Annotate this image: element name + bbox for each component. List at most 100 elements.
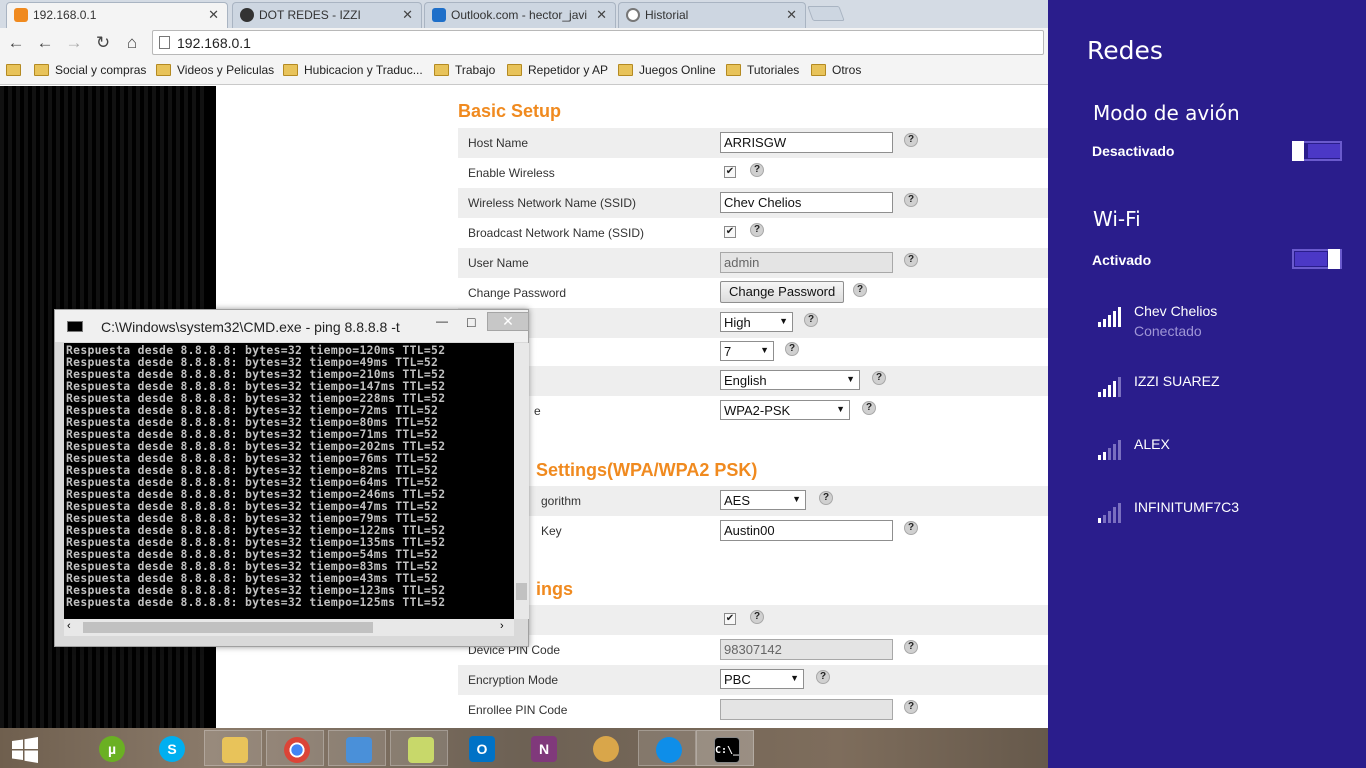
help-icon[interactable]: ? (872, 371, 886, 385)
back-button-icon[interactable]: ← (34, 32, 56, 54)
utorrent-icon: µ (99, 736, 125, 762)
scroll-thumb[interactable] (83, 622, 373, 633)
host-name-input[interactable]: ARRISGW (720, 132, 893, 153)
close-icon[interactable]: ✕ (402, 7, 413, 23)
help-icon[interactable]: ? (904, 253, 918, 267)
forward-arrow-icon[interactable]: → (63, 32, 85, 54)
taskbar-app[interactable]: O (452, 730, 510, 766)
language-select[interactable]: English ▼ (720, 370, 860, 390)
maximize-icon[interactable]: □ (467, 314, 475, 330)
taskbar-app[interactable] (266, 730, 324, 766)
help-icon[interactable]: ? (816, 670, 830, 684)
help-icon[interactable]: ? (904, 521, 918, 535)
bookmark-folder[interactable]: Social y compras (34, 63, 146, 77)
taskbar-app[interactable] (204, 730, 262, 766)
bookmark-folder[interactable]: Videos y Peliculas (156, 63, 274, 77)
taskbar-app[interactable]: µ (82, 730, 140, 766)
scroll-right-icon[interactable]: › (500, 620, 504, 632)
taskbar-app[interactable]: C:\_ (696, 730, 754, 766)
help-icon[interactable]: ? (853, 283, 867, 297)
help-icon[interactable]: ? (904, 133, 918, 147)
row-device-pin: Device PIN Code 98307142 ? (458, 635, 1048, 665)
bookmark-folder[interactable]: Trabajo (434, 63, 495, 77)
channel-select[interactable]: 7 ▼ (720, 341, 774, 361)
taskbar-app[interactable] (638, 730, 696, 766)
network-tool-icon (346, 737, 372, 763)
encryption-mode-select[interactable]: PBC ▼ (720, 669, 804, 689)
minimize-icon[interactable]: — (436, 314, 448, 328)
help-icon[interactable]: ? (904, 700, 918, 714)
change-password-button[interactable]: Change Password (720, 281, 845, 303)
tab-historial[interactable]: Historial ✕ (618, 2, 806, 28)
airplane-mode-toggle[interactable] (1292, 141, 1342, 161)
cmd-icon: C:\_ (714, 737, 740, 763)
cmd-title-bar[interactable]: C:\Windows\system32\CMD.exe - ping 8.8.8… (55, 310, 529, 342)
tab-dot-redes[interactable]: DOT REDES - IZZI ✕ (232, 2, 422, 28)
help-icon[interactable]: ? (785, 342, 799, 356)
enable-wireless-checkbox[interactable]: ✔ (724, 166, 736, 178)
help-icon[interactable]: ? (904, 193, 918, 207)
key-input[interactable]: Austin00 (720, 520, 893, 541)
vertical-scrollbar[interactable] (514, 343, 529, 619)
help-icon[interactable]: ? (750, 163, 764, 177)
help-icon[interactable]: ? (750, 610, 764, 624)
row-ssid: Wireless Network Name (SSID) Chev Chelio… (458, 188, 1048, 218)
taskbar-app[interactable]: S (142, 730, 200, 766)
taskbar-app[interactable] (390, 730, 448, 766)
outlook-icon: O (469, 736, 495, 762)
help-icon[interactable]: ? (804, 313, 818, 327)
help-icon[interactable]: ? (904, 640, 918, 654)
algorithm-select[interactable]: AES ▼ (720, 490, 806, 510)
network-item[interactable]: INFINITUMF7C3 (1098, 499, 1358, 549)
close-icon[interactable]: ✕ (487, 312, 529, 331)
new-tab-button[interactable] (807, 6, 845, 21)
row-algorithm: gorithm AES ▼ ? (458, 486, 1048, 516)
back-arrow-icon[interactable]: ← (5, 32, 27, 54)
enrollee-pin-input[interactable] (720, 699, 893, 720)
taskbar-app[interactable] (576, 730, 634, 766)
bookmark-folder[interactable]: Tutoriales (726, 63, 799, 77)
broadcast-ssid-checkbox[interactable]: ✔ (724, 226, 736, 238)
help-icon[interactable]: ? (750, 223, 764, 237)
start-button[interactable] (0, 730, 58, 766)
label: gorithm (541, 494, 582, 508)
network-name: INFINITUMF7C3 (1134, 499, 1239, 515)
wifi-toggle[interactable] (1292, 249, 1342, 269)
taskbar-app[interactable] (328, 730, 386, 766)
close-icon[interactable]: ✕ (592, 7, 607, 23)
scroll-left-icon[interactable]: ‹ (67, 620, 71, 632)
bookmark-label: Social y compras (55, 63, 147, 77)
wifi-signal-icon (1098, 307, 1121, 327)
label: User Name (468, 256, 529, 270)
wps-enable-checkbox[interactable]: ✔ (724, 613, 736, 625)
help-icon[interactable]: ? (862, 401, 876, 415)
horizontal-scrollbar[interactable]: ‹ › (64, 619, 514, 636)
home-icon[interactable]: ⌂ (121, 32, 143, 54)
close-icon[interactable]: ✕ (786, 7, 797, 23)
ssid-input[interactable]: Chev Chelios (720, 192, 893, 213)
help-icon[interactable]: ? (819, 491, 833, 505)
taskbar-app[interactable]: N (514, 730, 572, 766)
scroll-thumb[interactable] (516, 583, 527, 600)
label: e (534, 404, 541, 418)
cmd-output[interactable]: Respuesta desde 8.8.8.8: bytes=32 tiempo… (64, 343, 514, 619)
bookmark-folder[interactable]: Otros (811, 63, 861, 77)
network-item[interactable]: Chev Chelios Conectado (1098, 303, 1358, 353)
tab-outlook[interactable]: Outlook.com - hector_javi ✕ (424, 2, 616, 28)
bookmark-folder[interactable]: Hubicacion y Traduc... (283, 63, 423, 77)
cmd-window[interactable]: C:\Windows\system32\CMD.exe - ping 8.8.8… (54, 309, 529, 647)
tab-router[interactable]: 192.168.0.1 ✕ (6, 2, 228, 29)
row-broadcast-ssid: Broadcast Network Name (SSID) ✔ ? (458, 218, 1048, 248)
label: Enrollee PIN Code (468, 703, 568, 717)
selected-value: High (724, 315, 751, 330)
network-item[interactable]: ALEX (1098, 436, 1358, 486)
reload-icon[interactable]: ↻ (92, 32, 114, 54)
address-bar[interactable]: 192.168.0.1 (152, 30, 1044, 55)
power-level-select[interactable]: High ▼ (720, 312, 793, 332)
close-icon[interactable]: ✕ (208, 7, 219, 23)
bookmark-folder[interactable]: Repetidor y AP (507, 63, 608, 77)
bookmark-folder[interactable]: Juegos Online (618, 63, 716, 77)
chrome-icon (284, 737, 310, 763)
security-mode-select[interactable]: WPA2-PSK ▼ (720, 400, 850, 420)
network-item[interactable]: IZZI SUAREZ (1098, 373, 1358, 423)
